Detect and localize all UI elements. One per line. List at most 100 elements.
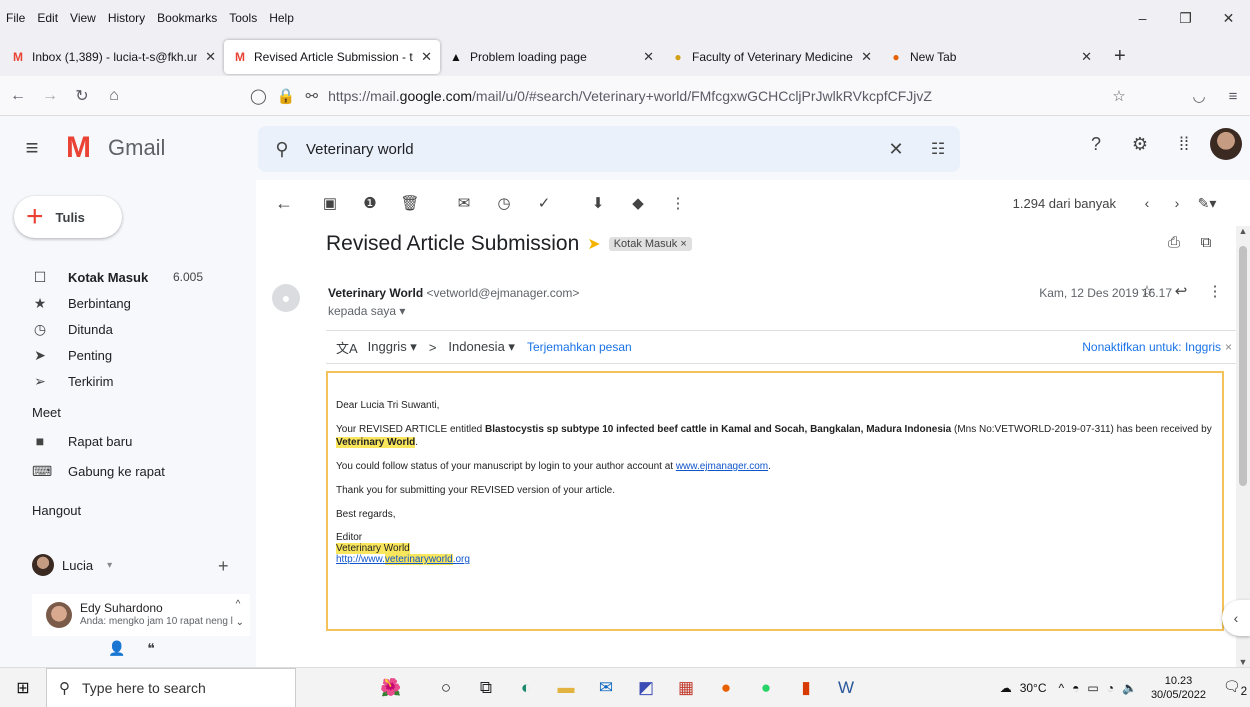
- tab-close-icon[interactable]: ✕: [861, 49, 872, 65]
- tab-close-icon[interactable]: ✕: [1081, 49, 1092, 65]
- mail-app-icon[interactable]: ✉: [586, 678, 626, 698]
- bookmark-star-icon[interactable]: ☆: [1102, 87, 1136, 105]
- recipient-details[interactable]: kepada saya ▾: [328, 304, 405, 318]
- tab-close-icon[interactable]: ✕: [205, 49, 216, 65]
- temperature[interactable]: 30°C: [1020, 681, 1047, 695]
- mark-unread-icon[interactable]: ✉: [444, 194, 484, 212]
- forward-icon[interactable]: →: [36, 87, 64, 105]
- search-input[interactable]: Veterinary world: [306, 141, 876, 158]
- menu-view[interactable]: View: [64, 11, 102, 25]
- more-options-icon[interactable]: ⋮: [658, 194, 698, 212]
- sidebar-item-sent[interactable]: ➢ Terkirim: [0, 368, 256, 394]
- importance-marker-icon[interactable]: ➤: [587, 234, 600, 254]
- app-menu-icon[interactable]: ≡: [1216, 88, 1250, 105]
- chevron-up-icon[interactable]: ^: [1059, 681, 1065, 695]
- scroll-up-icon[interactable]: ▲: [1236, 226, 1250, 236]
- tab-close-icon[interactable]: ✕: [643, 49, 654, 65]
- journal-site-link[interactable]: http://www.veterinaryworld.org: [336, 554, 470, 565]
- tab-inbox[interactable]: M Inbox (1,389) - lucia-t-s@fkh.un ✕: [2, 40, 224, 74]
- battery-icon[interactable]: ▭: [1087, 681, 1098, 695]
- tab-close-icon[interactable]: ✕: [421, 49, 432, 65]
- translate-message-link[interactable]: Terjemahkan pesan: [527, 340, 632, 354]
- firefox-icon[interactable]: ●: [706, 678, 746, 698]
- star-icon[interactable]: ☆: [1130, 282, 1164, 300]
- back-icon[interactable]: ←: [4, 87, 32, 105]
- chevron-down-icon[interactable]: ▾: [107, 560, 112, 571]
- hangout-user[interactable]: Lucia ▾: [32, 554, 112, 576]
- wifi-icon[interactable]: ◔: [1107, 681, 1114, 695]
- delete-icon[interactable]: 🗑: [390, 194, 430, 212]
- snooze-icon[interactable]: ◷: [484, 194, 524, 212]
- office-icon[interactable]: ▮: [786, 678, 826, 698]
- settings-gear-icon[interactable]: ⚙: [1118, 134, 1162, 155]
- menu-file[interactable]: File: [0, 11, 31, 25]
- maximize-button[interactable]: ❐: [1164, 0, 1207, 36]
- compose-button[interactable]: + Tulis: [14, 196, 122, 238]
- network-icon[interactable]: ◓: [1072, 681, 1079, 695]
- app-icon[interactable]: ◩: [626, 678, 666, 698]
- minimize-button[interactable]: –: [1121, 0, 1164, 36]
- label-chip[interactable]: Kotak Masuk ×: [608, 237, 692, 251]
- whatsapp-icon[interactable]: ●: [746, 678, 786, 698]
- permissions-icon[interactable]: ⚯: [305, 87, 318, 105]
- newer-icon[interactable]: ‹: [1132, 195, 1162, 211]
- notification-icon[interactable]: 🗨2: [1220, 678, 1250, 698]
- source-language-select[interactable]: Inggris ▾: [368, 339, 417, 355]
- task-view-icon[interactable]: ⧉: [466, 678, 506, 698]
- cortana-icon[interactable]: ○: [426, 678, 466, 698]
- reload-icon[interactable]: ↻: [68, 86, 96, 106]
- close-window-button[interactable]: ✕: [1207, 0, 1250, 36]
- account-avatar[interactable]: [1210, 128, 1242, 160]
- scroll-thumb[interactable]: [1239, 246, 1247, 486]
- menu-bookmarks[interactable]: Bookmarks: [151, 11, 223, 25]
- help-icon[interactable]: ?: [1074, 134, 1118, 155]
- sidebar-item-snoozed[interactable]: ◷ Ditunda: [0, 316, 256, 342]
- menu-edit[interactable]: Edit: [31, 11, 64, 25]
- older-icon[interactable]: ›: [1162, 195, 1192, 211]
- gmail-logo[interactable]: M Gmail: [66, 133, 165, 163]
- dismiss-translate-icon[interactable]: ×: [1225, 340, 1232, 354]
- file-explorer-icon[interactable]: ▬: [546, 678, 586, 698]
- menu-tools[interactable]: Tools: [223, 11, 263, 25]
- new-tab-button[interactable]: +: [1114, 45, 1126, 68]
- report-spam-icon[interactable]: ❶: [350, 194, 390, 212]
- search-options-icon[interactable]: ☷: [916, 139, 960, 159]
- taskbar-search[interactable]: ⚲ Type here to search: [46, 667, 296, 707]
- sidebar-item-starred[interactable]: ★ Berbintang: [0, 290, 256, 316]
- sidebar-item-important[interactable]: ➤ Penting: [0, 342, 256, 368]
- shield-icon[interactable]: ◯: [250, 87, 267, 105]
- scroll-down-icon[interactable]: ▼: [1236, 657, 1250, 667]
- menu-history[interactable]: History: [102, 11, 151, 25]
- word-icon[interactable]: W: [826, 678, 866, 698]
- target-language-select[interactable]: Indonesia ▾: [448, 339, 515, 355]
- more-vert-icon[interactable]: ⋮: [1198, 282, 1232, 300]
- reply-icon[interactable]: ↩: [1164, 282, 1198, 300]
- search-bar[interactable]: ⚲ Veterinary world ✕ ☷: [258, 126, 960, 172]
- back-to-list-icon[interactable]: ←: [264, 193, 304, 214]
- add-task-icon[interactable]: ✓: [524, 194, 564, 212]
- label-icon[interactable]: ◆: [618, 194, 658, 212]
- menu-help[interactable]: Help: [263, 11, 300, 25]
- search-icon[interactable]: ⚲: [258, 139, 306, 160]
- open-new-window-icon[interactable]: ⧉: [1190, 234, 1222, 251]
- tab-faculty[interactable]: ● Faculty of Veterinary Medicine U ✕: [662, 40, 880, 74]
- clock[interactable]: 10.23 30/05/2022: [1151, 674, 1206, 702]
- hangouts-icon[interactable]: ❝: [134, 640, 168, 657]
- sidebar-item-inbox[interactable]: ☐ Kotak Masuk 6.005: [0, 264, 256, 290]
- input-tools-icon[interactable]: ✎▾: [1192, 195, 1222, 212]
- tab-new-tab[interactable]: ● New Tab ✕: [880, 40, 1100, 74]
- disable-translation-link[interactable]: Nonaktifkan untuk: Inggris: [1082, 340, 1221, 354]
- home-icon[interactable]: ⌂: [100, 87, 128, 105]
- meet-join-meeting[interactable]: ⌨ Gabung ke rapat: [0, 456, 256, 486]
- weather-widget-icon[interactable]: 🌺: [356, 678, 426, 698]
- edge-icon[interactable]: ◐: [506, 678, 546, 698]
- show-side-panel-button[interactable]: ‹: [1222, 600, 1250, 636]
- main-menu-icon[interactable]: ≡: [12, 135, 52, 161]
- move-to-icon[interactable]: ⬇: [578, 194, 618, 212]
- print-icon[interactable]: ⎙: [1158, 234, 1190, 251]
- chat-list-item[interactable]: Edy Suhardono Anda: mengko jam 10 rapat …: [32, 594, 250, 636]
- ejmanager-link[interactable]: www.ejmanager.com: [676, 461, 768, 472]
- clear-search-icon[interactable]: ✕: [876, 139, 916, 160]
- tab-revised-article[interactable]: M Revised Article Submission - tsv ✕: [224, 40, 440, 74]
- add-chat-icon[interactable]: +: [218, 556, 229, 577]
